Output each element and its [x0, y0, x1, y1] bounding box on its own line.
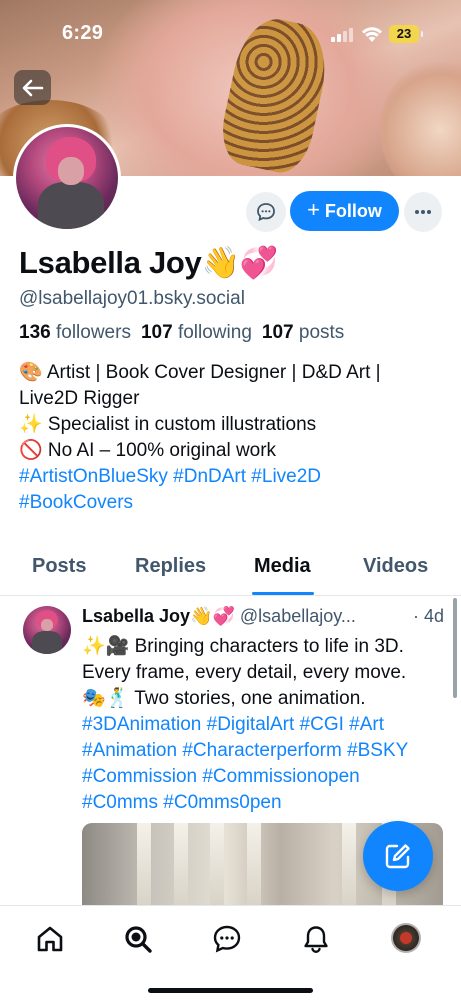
follow-button[interactable]: + Follow	[290, 191, 399, 231]
tab-posts[interactable]: Posts	[32, 555, 86, 578]
posts-label: posts	[298, 322, 345, 343]
nav-profile-avatar[interactable]	[391, 923, 421, 953]
post-author-name[interactable]: Lsabella Joy👋💞	[82, 606, 235, 626]
more-options-button[interactable]	[404, 192, 442, 232]
profile-avatar[interactable]	[13, 124, 121, 232]
bio-hashtags[interactable]: #ArtistOnBlueSky #DnDArt #Live2D	[19, 464, 444, 490]
home-icon	[37, 926, 63, 952]
nav-notifications[interactable]	[299, 922, 333, 956]
profile-stats: 136 followers 107 following 107 posts	[19, 322, 344, 344]
post-header: Lsabella Joy👋💞 @lsabellajoy... · 4d	[82, 606, 444, 627]
status-time: 6:29	[62, 22, 104, 44]
post-line: ✨🎥 Bringing characters to life in 3D.	[82, 636, 404, 657]
following-count: 107	[140, 322, 173, 343]
following-label: following	[177, 322, 252, 343]
bottom-navigation	[0, 905, 461, 1000]
back-button[interactable]	[14, 70, 51, 105]
compose-icon	[385, 844, 410, 869]
post-hashtags[interactable]: #3DAnimation #DigitalArt #CGI #Art	[82, 712, 452, 738]
display-name: Lsabella Joy👋💞	[19, 245, 279, 280]
posts-count: 107	[261, 322, 294, 343]
profile-handle: @lsabellajoy01.bsky.social	[19, 288, 245, 309]
tab-media[interactable]: Media	[254, 555, 311, 578]
bio-hashtags[interactable]: #BookCovers	[19, 490, 444, 516]
chat-icon	[213, 925, 241, 953]
ellipsis-icon	[415, 210, 431, 214]
following-link[interactable]: 107 following	[141, 322, 252, 343]
post-hashtags[interactable]: #Commission #Commissionopen	[82, 764, 452, 790]
posts-stat: 107 posts	[262, 322, 344, 343]
post-author-handle[interactable]: @lsabellajoy...	[240, 606, 356, 626]
bio-line: ✨ Specialist in custom illustrations	[19, 414, 317, 435]
battery-indicator: 23	[389, 25, 423, 43]
home-indicator	[148, 988, 313, 993]
profile-bio: 🎨 Artist | Book Cover Designer | D&D Art…	[19, 360, 444, 516]
bio-line: 🎨 Artist | Book Cover Designer | D&D Art…	[19, 362, 381, 383]
chat-bubble-icon	[257, 203, 275, 222]
post-author-avatar[interactable]	[23, 606, 71, 654]
post-line: Every frame, every detail, every move.	[82, 662, 407, 683]
bio-line: 🚫 No AI – 100% original work	[19, 440, 277, 461]
post-line: 🎭🕺 Two stories, one animation.	[82, 688, 366, 709]
nav-home[interactable]	[33, 922, 67, 956]
bell-icon	[304, 926, 328, 953]
tab-videos[interactable]: Videos	[363, 555, 428, 578]
scrollbar[interactable]	[453, 598, 457, 698]
post-text: ✨🎥 Bringing characters to life in 3D. Ev…	[82, 634, 452, 816]
followers-count: 136	[19, 322, 51, 343]
follow-label: Follow	[324, 200, 382, 221]
nav-chat[interactable]	[210, 922, 244, 956]
arrow-left-icon	[22, 79, 43, 96]
followers-label: followers	[55, 322, 131, 343]
post-timestamp[interactable]: · 4d	[413, 606, 444, 627]
wifi-icon	[362, 27, 382, 42]
nav-search[interactable]	[121, 922, 155, 956]
post-hashtags[interactable]: #C0mms #C0mms0pen	[82, 790, 452, 816]
compose-button[interactable]	[363, 821, 433, 891]
bio-line: Live2D Rigger	[19, 388, 140, 409]
followers-link[interactable]: 136 followers	[19, 322, 131, 343]
status-bar: 6:29 23	[0, 0, 461, 60]
message-button[interactable]	[246, 192, 286, 232]
cellular-signal-icon	[331, 28, 355, 42]
tab-replies[interactable]: Replies	[135, 555, 206, 578]
active-tab-indicator	[252, 592, 314, 595]
profile-tabs: Posts Replies Media Videos	[0, 546, 461, 596]
plus-icon: +	[307, 197, 320, 222]
post-hashtags[interactable]: #Animation #Characterperform #BSKY	[82, 738, 452, 764]
search-icon	[125, 926, 152, 953]
